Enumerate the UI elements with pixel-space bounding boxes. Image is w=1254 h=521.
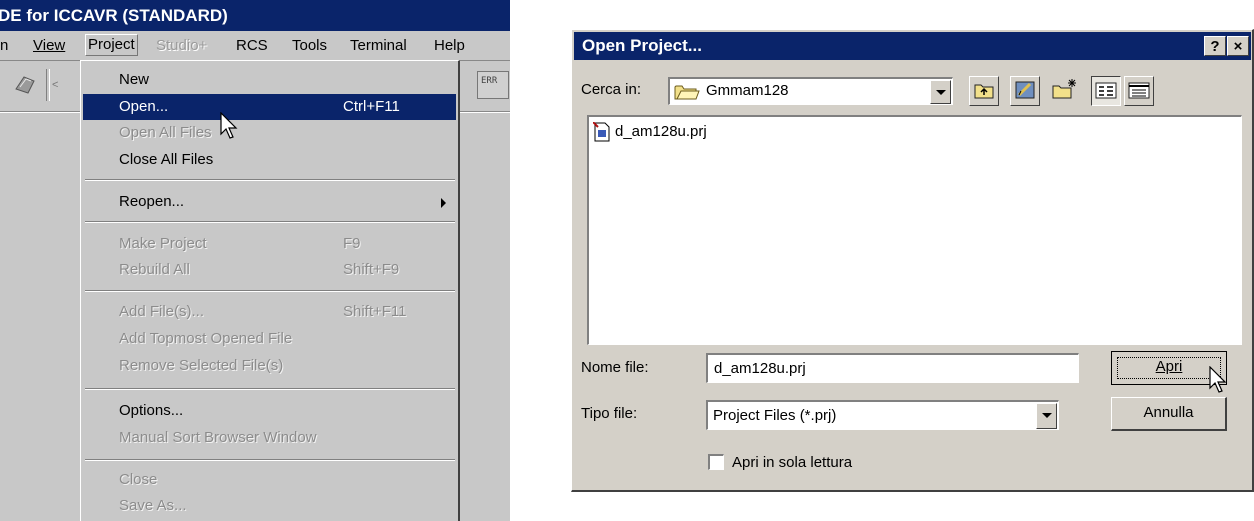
- open-button-label: Apri: [1155, 358, 1183, 375]
- desktop-icon: [1015, 81, 1035, 99]
- project-menu: New Open... Ctrl+F11 Open All Files Clos…: [80, 60, 460, 521]
- menu-item-save-as-label: Save As...: [119, 497, 187, 514]
- close-button[interactable]: ×: [1227, 36, 1249, 56]
- menu-project[interactable]: Project: [85, 34, 138, 56]
- menu-separator: [85, 388, 455, 390]
- menu-item-rebuild-all[interactable]: Rebuild All Shift+F9: [83, 257, 456, 283]
- menu-item-open-shortcut: Ctrl+F11: [343, 98, 400, 115]
- ide-title-bar: DE for ICCAVR (STANDARD): [0, 0, 510, 31]
- menu-item-close-label: Close: [119, 471, 158, 488]
- new-folder-icon: [1052, 79, 1076, 99]
- help-button[interactable]: ?: [1204, 36, 1226, 56]
- menu-item-add-files-label: Add File(s)...: [119, 303, 205, 320]
- desktop-button[interactable]: [1010, 76, 1040, 106]
- dialog-title-bar: Open Project... ? ×: [574, 32, 1251, 60]
- menu-help[interactable]: Help: [434, 36, 465, 56]
- menu-item-add-files-shortcut: Shift+F11: [343, 303, 407, 320]
- menu-separator: [85, 221, 455, 223]
- menu-studio-plus[interactable]: Studio+: [156, 36, 207, 56]
- file-name-label: Nome file:: [581, 359, 649, 376]
- folder-icon: [674, 85, 700, 100]
- project-file-icon: [593, 122, 610, 142]
- file-type-label: Tipo file:: [581, 405, 638, 422]
- list-view-icon: [1095, 82, 1117, 99]
- error-window-icon[interactable]: ERR: [477, 71, 509, 99]
- menu-item-rebuild-all-label: Rebuild All: [119, 261, 190, 278]
- new-folder-button[interactable]: [1050, 76, 1080, 106]
- mouse-cursor-icon: [220, 112, 238, 139]
- menu-item-reopen-label: Reopen...: [119, 193, 185, 210]
- menu-tools[interactable]: Tools: [292, 36, 327, 56]
- menu-item-remove-selected-label: Remove Selected File(s): [119, 357, 284, 374]
- menu-item-close-all-files-label: Close All Files: [119, 151, 214, 168]
- menu-item-options[interactable]: Options...: [83, 398, 456, 424]
- dialog-title: Open Project...: [582, 36, 702, 55]
- menu-item-open[interactable]: Open... Ctrl+F11: [83, 94, 456, 120]
- menu-item-close-all-files[interactable]: Close All Files: [83, 147, 456, 173]
- chevron-down-icon[interactable]: [1036, 403, 1057, 429]
- menu-item-save-as[interactable]: Save As...: [83, 493, 456, 519]
- toolbar-separator: [46, 69, 50, 101]
- menu-item-make-project-shortcut: F9: [343, 235, 361, 252]
- up-folder-button[interactable]: [969, 76, 999, 106]
- menu-item-manual-sort[interactable]: Manual Sort Browser Window: [83, 425, 456, 451]
- menu-item-add-files[interactable]: Add File(s)... Shift+F11: [83, 299, 456, 325]
- cancel-button-label: Annulla: [1143, 404, 1194, 421]
- ide-title: DE for ICCAVR (STANDARD): [0, 6, 228, 25]
- details-view-button[interactable]: [1124, 76, 1154, 106]
- menu-item-reopen[interactable]: Reopen...: [83, 189, 456, 215]
- list-view-button[interactable]: [1091, 76, 1121, 106]
- up-folder-icon: [974, 84, 994, 99]
- menu-item-open-all-files-label: Open All Files: [119, 124, 212, 141]
- menu-item-open-label: Open...: [119, 98, 169, 115]
- file-list[interactable]: d_am128u.prj: [587, 115, 1242, 345]
- file-name-input[interactable]: d_am128u.prj: [706, 353, 1079, 383]
- open-project-dialog: Open Project... ? × Cerca in: Gmmam128 d…: [571, 29, 1254, 492]
- file-type-combo[interactable]: Project Files (*.prj): [706, 400, 1059, 430]
- menu-item-remove-selected[interactable]: Remove Selected File(s): [83, 353, 456, 379]
- chevron-down-icon[interactable]: [930, 80, 951, 104]
- menu-separator: [85, 179, 455, 181]
- mouse-cursor-icon: [1209, 366, 1227, 393]
- file-name-value: d_am128u.prj: [714, 360, 806, 377]
- look-in-label: Cerca in:: [581, 81, 642, 98]
- menu-item-make-project-label: Make Project: [119, 235, 207, 252]
- menu-item-make-project[interactable]: Make Project F9: [83, 231, 456, 257]
- menu-bar: n View Project Studio+ RCS Tools Termina…: [0, 31, 510, 61]
- readonly-label: Apri in sola lettura: [732, 454, 853, 471]
- compile-icon[interactable]: [10, 69, 40, 99]
- cancel-button[interactable]: Annulla: [1111, 397, 1227, 431]
- menu-item-close[interactable]: Close: [83, 467, 456, 493]
- menu-terminal[interactable]: Terminal: [350, 36, 407, 56]
- ide-window: DE for ICCAVR (STANDARD) n View Project …: [0, 0, 510, 521]
- readonly-checkbox[interactable]: [708, 454, 724, 470]
- details-view-icon: [1128, 82, 1150, 99]
- menu-item-open-all-files[interactable]: Open All Files: [83, 120, 456, 146]
- menu-partial-item[interactable]: n: [0, 36, 8, 56]
- menu-view[interactable]: View: [33, 36, 65, 56]
- menu-item-add-topmost-label: Add Topmost Opened File: [119, 330, 293, 347]
- toolbar-partial-icon: <: [52, 79, 59, 91]
- menu-separator: [85, 290, 455, 292]
- menu-item-add-topmost[interactable]: Add Topmost Opened File: [83, 326, 456, 352]
- file-type-value: Project Files (*.prj): [713, 407, 837, 424]
- menu-item-new-label: New: [119, 71, 150, 88]
- look-in-combo[interactable]: Gmmam128: [668, 77, 953, 105]
- menu-item-manual-sort-label: Manual Sort Browser Window: [119, 429, 317, 446]
- menu-item-rebuild-all-shortcut: Shift+F9: [343, 261, 400, 278]
- look-in-value: Gmmam128: [706, 82, 789, 99]
- submenu-arrow-icon: [441, 198, 446, 208]
- menu-item-new[interactable]: New: [83, 67, 456, 93]
- menu-item-options-label: Options...: [119, 402, 184, 419]
- file-name: d_am128u.prj: [615, 123, 707, 140]
- menu-separator: [85, 459, 455, 461]
- menu-rcs[interactable]: RCS: [236, 36, 268, 56]
